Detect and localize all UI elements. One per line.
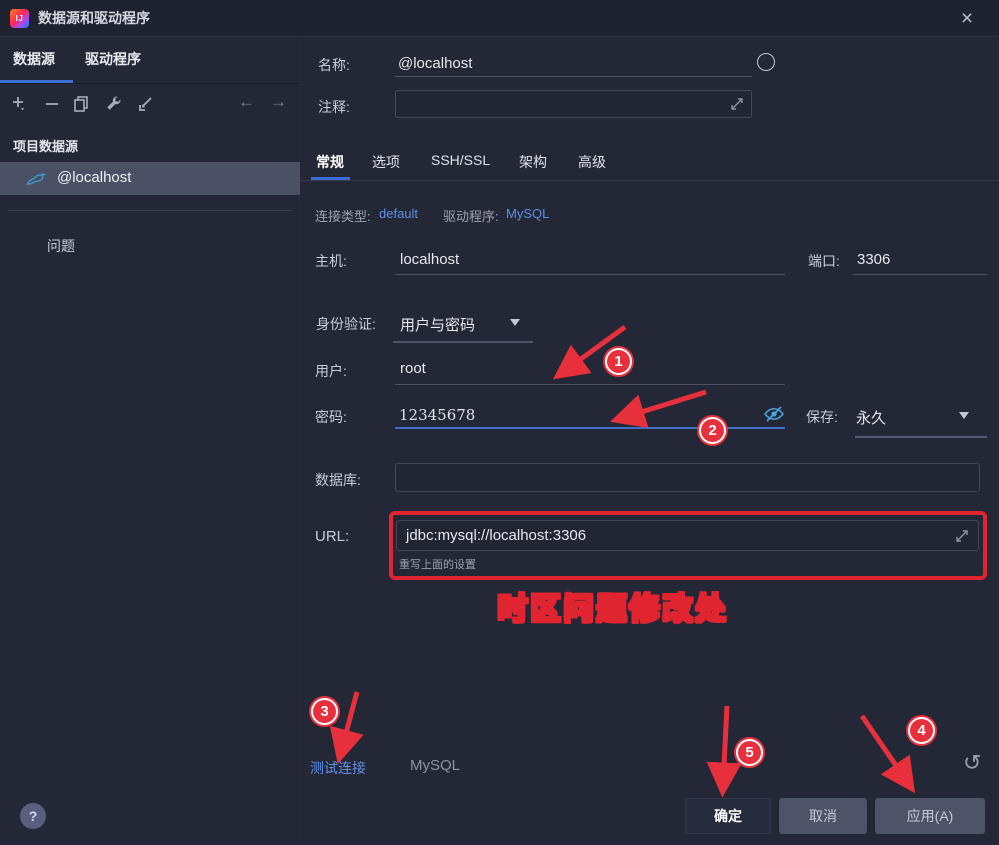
name-label: 名称: — [318, 57, 350, 73]
host-label: 主机: — [315, 253, 347, 269]
divider — [300, 180, 999, 181]
arrow-to-password-field — [610, 389, 707, 429]
url-label: URL: — [315, 528, 350, 545]
arrow-to-ok-button — [706, 705, 742, 798]
arrow-to-apply-button — [859, 714, 916, 794]
mysql-dolphin-icon — [26, 171, 48, 191]
dialect-label: MySQL — [410, 757, 461, 774]
wrench-icon[interactable] — [104, 94, 124, 114]
back-icon[interactable]: ← — [238, 92, 255, 112]
save-label: 保存: — [806, 409, 838, 425]
step-badge-1: 1 — [605, 348, 632, 375]
sidebar: 数据源 驱动程序 ← → 项目数据源 @localhost 问题 ? — [0, 38, 300, 845]
port-label: 端口: — [808, 253, 840, 269]
datasource-name: @localhost — [57, 169, 132, 186]
password-input[interactable]: 12345678 — [399, 406, 475, 424]
tab-general[interactable]: 常规 — [316, 152, 344, 172]
port-input[interactable]: 3306 — [857, 251, 890, 268]
import-icon[interactable] — [136, 94, 156, 114]
arrow-to-test-connection — [329, 691, 364, 765]
connection-type-link[interactable]: default — [379, 206, 418, 221]
test-connection-link[interactable]: 测试连接 — [310, 758, 366, 778]
connection-type-label: 连接类型: — [315, 209, 371, 224]
datasource-dialog: IJ 数据源和驱动程序 × 数据源 驱动程序 ← → 项目数据源 @localh… — [0, 0, 999, 845]
step-badge-3: 3 — [311, 698, 338, 725]
comment-input[interactable] — [395, 90, 752, 118]
intellij-logo-icon: IJ — [10, 9, 29, 28]
port-underline — [853, 274, 987, 275]
sidebar-toolbar: ← → — [0, 90, 300, 120]
user-underline — [395, 384, 785, 385]
step-badge-2: 2 — [699, 417, 726, 444]
sidebar-item-issues[interactable]: 问题 — [47, 236, 75, 256]
tab-ssh-ssl[interactable]: SSH/SSL — [431, 152, 490, 168]
tab-options[interactable]: 选项 — [372, 152, 400, 172]
password-label: 密码: — [315, 409, 347, 425]
window-title: 数据源和驱动程序 — [38, 10, 150, 26]
save-underline — [855, 436, 987, 438]
user-input[interactable]: root — [400, 360, 426, 377]
chevron-down-icon[interactable] — [510, 319, 520, 326]
name-input[interactable]: @localhost — [398, 55, 472, 72]
driver-link[interactable]: MySQL — [506, 206, 549, 221]
authentication-label: 身份验证: — [316, 316, 376, 332]
forward-icon[interactable]: → — [270, 92, 287, 112]
title-bar: IJ 数据源和驱动程序 × — [0, 0, 999, 37]
eye-off-icon[interactable] — [762, 404, 786, 429]
database-label: 数据库: — [315, 472, 361, 488]
divider — [8, 210, 292, 211]
auth-underline — [393, 341, 533, 343]
url-hint: 重写上面的设置 — [399, 559, 476, 571]
authentication-dropdown[interactable]: 用户与密码 — [400, 314, 475, 335]
apply-button[interactable]: 应用(A) — [875, 798, 985, 834]
expand-icon[interactable] — [729, 96, 745, 117]
password-underline-focused — [395, 427, 785, 429]
database-input[interactable] — [395, 463, 980, 492]
host-underline — [395, 274, 785, 275]
timezone-caption: 时区问题修改处 — [497, 592, 729, 627]
cancel-button[interactable]: 取消 — [779, 798, 867, 834]
ok-button[interactable]: 确定 — [685, 798, 771, 834]
tab-schemas[interactable]: 架构 — [519, 152, 547, 172]
step-badge-5: 5 — [736, 739, 763, 766]
tab-data-sources[interactable]: 数据源 — [13, 49, 55, 69]
expand-icon[interactable] — [954, 528, 970, 549]
close-icon[interactable]: × — [953, 5, 981, 33]
save-dropdown[interactable]: 永久 — [856, 407, 886, 428]
datasource-item-localhost[interactable]: @localhost — [0, 162, 300, 195]
step-badge-4: 4 — [908, 717, 935, 744]
name-underline — [395, 76, 752, 77]
url-value: jdbc:mysql://localhost:3306 — [406, 527, 587, 544]
arrow-to-user-field — [552, 324, 627, 380]
remove-icon[interactable] — [42, 94, 62, 114]
tab-advanced[interactable]: 高级 — [578, 152, 606, 172]
comment-label: 注释: — [318, 99, 350, 115]
refresh-indicator-icon[interactable] — [757, 53, 775, 71]
undo-icon[interactable]: ↺ — [963, 750, 981, 776]
divider — [0, 83, 300, 84]
add-icon[interactable] — [10, 94, 30, 114]
user-label: 用户: — [315, 363, 347, 379]
driver-label: 驱动程序: — [443, 209, 499, 224]
duplicate-icon[interactable] — [72, 94, 92, 114]
help-icon[interactable]: ? — [20, 803, 46, 829]
url-input[interactable]: jdbc:mysql://localhost:3306 — [396, 520, 979, 551]
tab-drivers[interactable]: 驱动程序 — [85, 49, 141, 69]
chevron-down-icon[interactable] — [959, 412, 969, 419]
host-input[interactable]: localhost — [400, 251, 459, 268]
project-datasources-label: 项目数据源 — [13, 139, 79, 154]
